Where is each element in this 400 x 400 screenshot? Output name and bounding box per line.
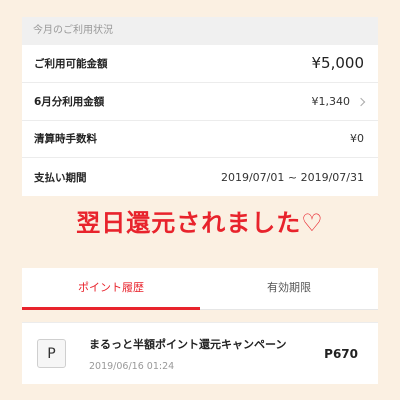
point-history-text: まるっと半額ポイント還元キャンペーン 2019/06/16 01:24 bbox=[89, 336, 324, 372]
june-usage-value: ¥1,340 bbox=[311, 94, 351, 108]
june-usage-label: 6月分利用金額 bbox=[34, 95, 105, 108]
point-history-date: 2019/06/16 01:24 bbox=[89, 360, 175, 372]
june-usage-row[interactable]: 6月分利用金額 ¥1,340 bbox=[22, 83, 378, 121]
point-history-amount: P670 bbox=[324, 346, 358, 361]
payment-period-row: 支払い期間 2019/07/01 ~ 2019/07/31 bbox=[22, 158, 378, 196]
point-history-title: まるっと半額ポイント還元キャンペーン bbox=[89, 337, 287, 351]
settlement-fee-row: 清算時手数料 ¥0 bbox=[22, 121, 378, 159]
divider-gap bbox=[22, 310, 378, 322]
overlay-caption: 翌日還元されました♡ bbox=[76, 209, 324, 237]
tab-point-history[interactable]: ポイント履歴 bbox=[22, 268, 200, 310]
tab-expiration[interactable]: 有効期限 bbox=[200, 268, 378, 309]
chevron-right-icon bbox=[356, 97, 366, 106]
settlement-fee-value: ¥0 bbox=[350, 132, 364, 146]
point-icon: P bbox=[37, 339, 66, 368]
usage-card: 今月のご利用状況 ご利用可能金額 ¥5,000 6月分利用金額 ¥1,340 清… bbox=[22, 17, 378, 196]
points-tabs: ポイント履歴 有効期限 bbox=[22, 268, 378, 310]
payment-period-value: 2019/07/01 ~ 2019/07/31 bbox=[220, 170, 364, 184]
june-usage-value-wrap: ¥1,340 bbox=[311, 94, 366, 108]
points-card: ポイント履歴 有効期限 P まるっと半額ポイント還元キャンペーン 2019/06… bbox=[22, 268, 378, 384]
usage-section-header: 今月のご利用状況 bbox=[22, 17, 378, 45]
available-amount-label: ご利用可能金額 bbox=[34, 57, 108, 70]
available-amount-row: ご利用可能金額 ¥5,000 bbox=[22, 45, 378, 83]
payment-period-label: 支払い期間 bbox=[34, 171, 87, 184]
point-history-item[interactable]: P まるっと半額ポイント還元キャンペーン 2019/06/16 01:24 P6… bbox=[22, 322, 378, 384]
settlement-fee-label: 清算時手数料 bbox=[34, 133, 97, 146]
available-amount-value: ¥5,000 bbox=[311, 54, 365, 73]
